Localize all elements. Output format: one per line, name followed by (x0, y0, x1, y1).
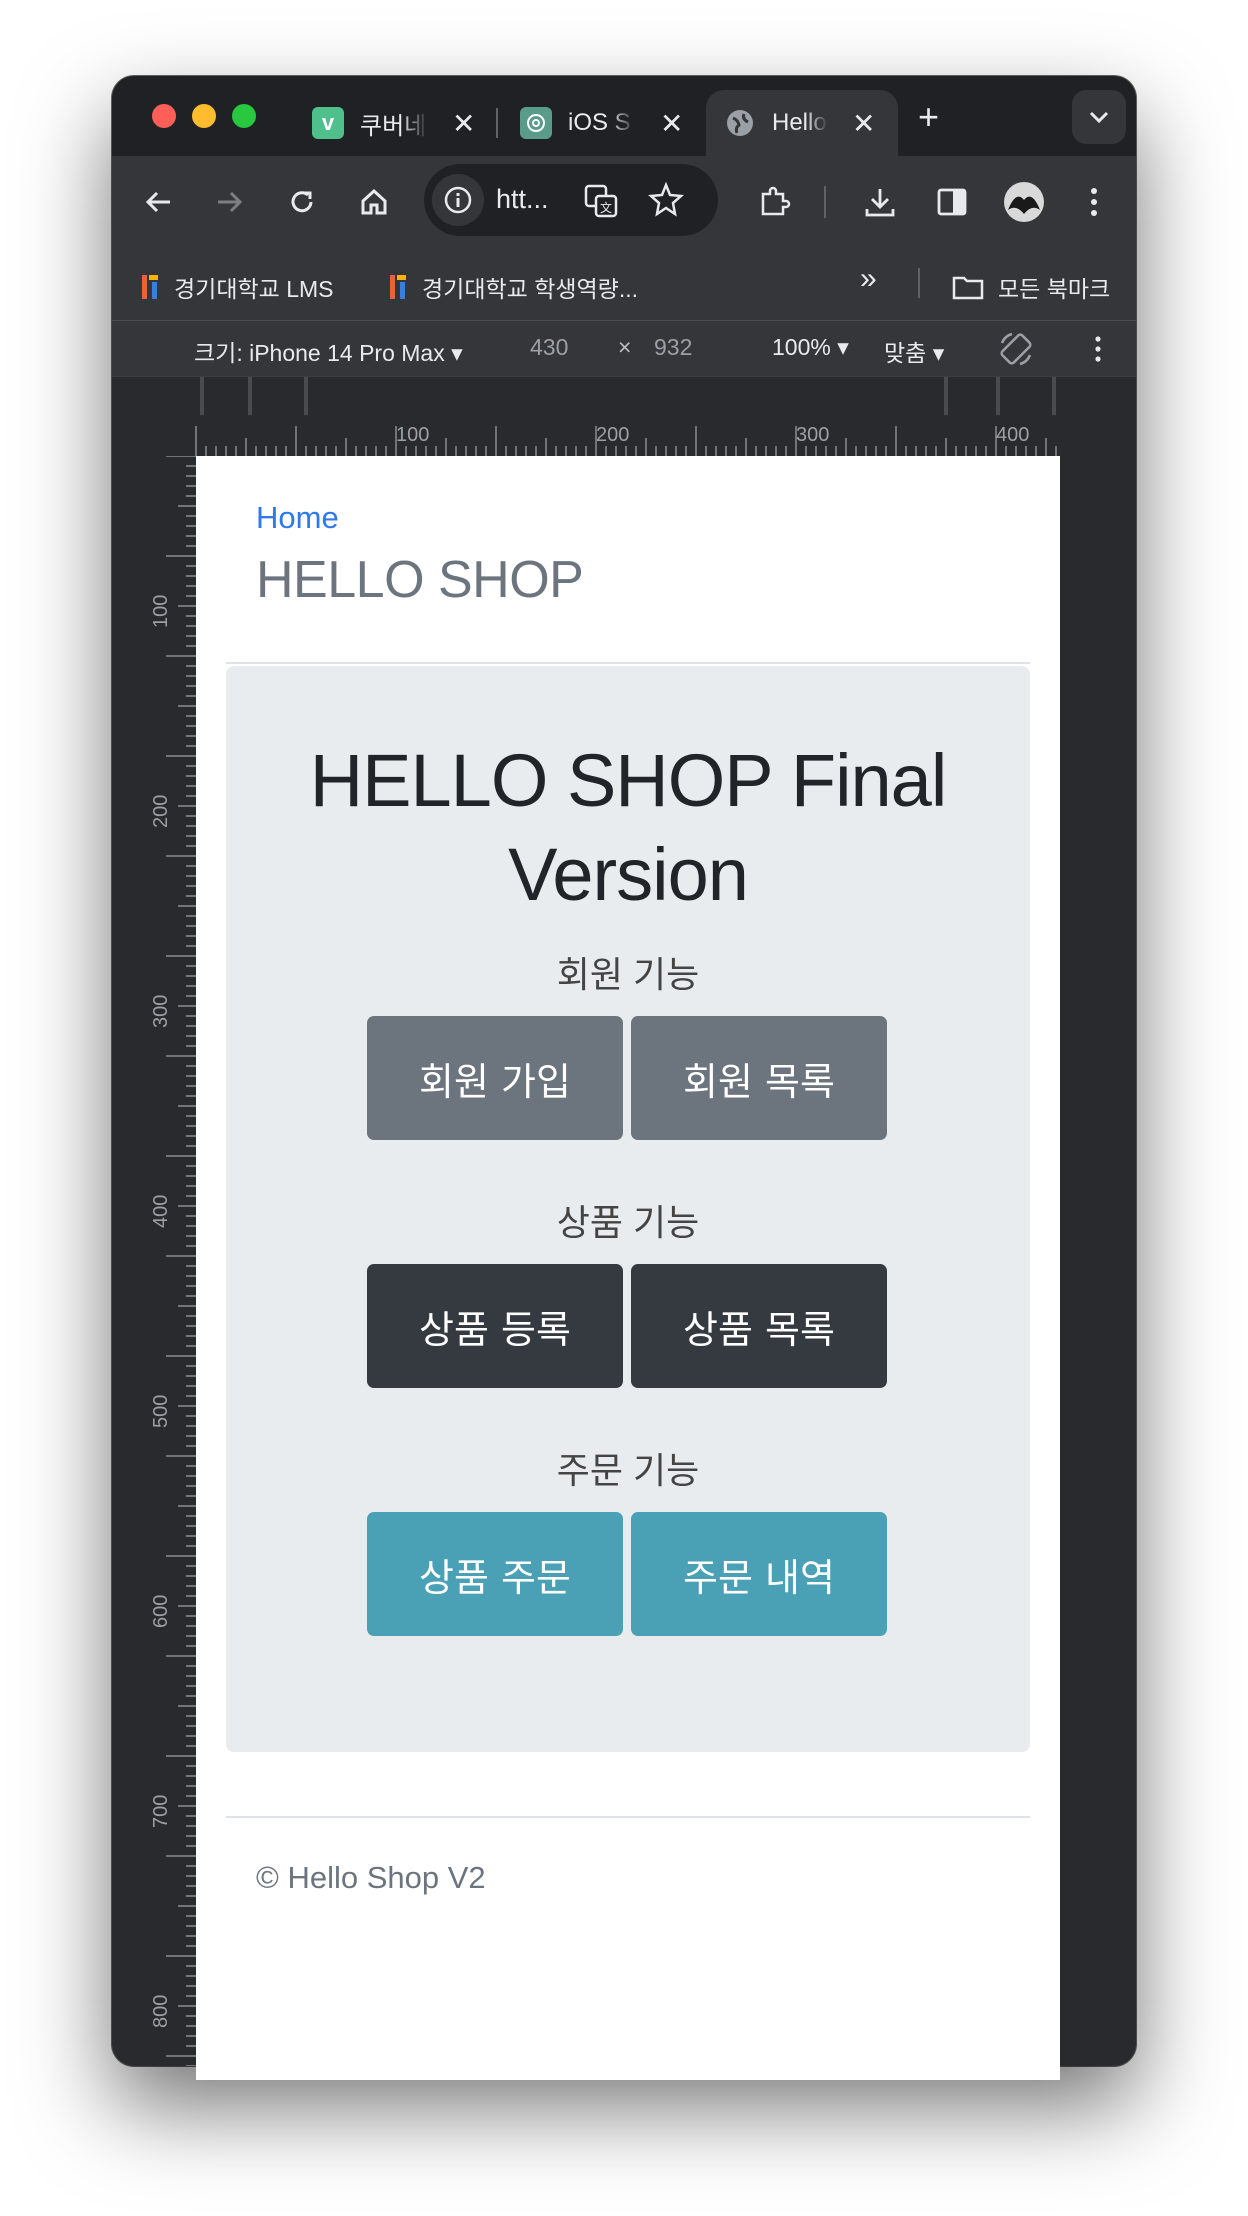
all-bookmarks-button[interactable]: 모든 북마크 (952, 270, 1110, 304)
site-info-icon[interactable] (432, 174, 484, 226)
bookmark-label: 경기대학교 LMS (174, 276, 334, 302)
tab-search-button[interactable] (1072, 90, 1126, 144)
item-register-button[interactable]: 상품 등록 (367, 1264, 623, 1388)
address-bar[interactable]: htt... 文 (424, 164, 718, 236)
jumbotron: HELLO SHOP Final Version 회원 기능 회원 가입 회원 … (226, 666, 1030, 1752)
arrow-right-icon (218, 191, 243, 213)
page-title: HELLO SHOP Final Version (226, 734, 1030, 922)
extensions-button[interactable] (750, 178, 798, 226)
bookmark-competency[interactable]: 경기대학교 학생역량... (388, 270, 638, 304)
reload-button[interactable] (278, 178, 326, 226)
dimension-times: × (618, 334, 632, 360)
brand-title: HELLO SHOP (256, 551, 584, 609)
member-join-button[interactable]: 회원 가입 (367, 1016, 623, 1140)
page-title-line2: Version (508, 833, 749, 916)
home-link[interactable]: Home (256, 500, 339, 536)
order-item-button[interactable]: 상품 주문 (367, 1512, 623, 1636)
horizontal-ruler: 100 200 300 400 (112, 416, 1136, 456)
bookmarks-bar: 경기대학교 LMS 경기대학교 학생역량... » 모든 북마크 (112, 248, 1136, 320)
page-title-line1: HELLO SHOP Final (309, 739, 948, 822)
ruler-label: 300 (796, 424, 830, 446)
item-section-label: 상품 기능 (556, 1202, 700, 1243)
ruler-label: 800 (150, 1994, 172, 2028)
header-divider (226, 662, 1030, 664)
ruler-label: 400 (996, 424, 1030, 446)
device-height-input[interactable]: 932 (654, 334, 692, 361)
member-list-button[interactable]: 회원 목록 (631, 1016, 887, 1140)
menu-kebab-icon[interactable] (1070, 178, 1118, 226)
ruler-label: 600 (150, 1594, 172, 1628)
translate-icon[interactable]: 文 (584, 184, 618, 223)
bookmarks-separator (918, 268, 920, 298)
tab-hello-active[interactable]: Hello ✕ (706, 90, 898, 156)
reload-icon (291, 191, 313, 213)
svg-text:文: 文 (600, 200, 612, 215)
ruler-label: 200 (596, 424, 630, 446)
member-section-label: 회원 기능 (556, 954, 700, 995)
kyonggi-logo-icon (142, 275, 158, 299)
toolbar-separator (824, 186, 826, 218)
puzzle-icon (761, 186, 791, 216)
url-text[interactable]: htt... (496, 184, 549, 215)
device-select[interactable]: 크기: iPhone 14 Pro Max ▾ (194, 334, 463, 368)
ruler-label: 200 (150, 794, 172, 828)
ruler-label: 700 (150, 1794, 172, 1828)
side-panel-button[interactable] (928, 178, 976, 226)
chevron-down-icon (1089, 111, 1109, 124)
bookmarks-overflow-button[interactable]: » (860, 262, 877, 296)
home-button[interactable] (350, 178, 398, 226)
side-panel-icon (937, 188, 967, 216)
folder-icon (952, 276, 984, 300)
bookmark-label: 경기대학교 학생역량... (422, 276, 639, 302)
back-button[interactable] (134, 178, 182, 226)
close-tab-icon[interactable]: ✕ (852, 107, 875, 140)
close-window-button[interactable] (152, 104, 176, 128)
minimize-window-button[interactable] (192, 104, 216, 128)
device-width-input[interactable]: 430 (530, 334, 568, 361)
item-list-button[interactable]: 상품 목록 (631, 1264, 887, 1388)
new-tab-button[interactable]: + (918, 96, 939, 138)
order-section-label: 주문 기능 (556, 1450, 700, 1491)
maximize-window-button[interactable] (232, 104, 256, 128)
device-toolbar: 크기: iPhone 14 Pro Max ▾ 430 × 932 100% ▾… (112, 320, 1136, 376)
media-query-bar (112, 376, 1136, 416)
tab-separator (496, 108, 498, 138)
downloads-button[interactable] (856, 178, 904, 226)
rotate-icon[interactable] (996, 329, 1036, 375)
ruler-label: 500 (150, 1394, 172, 1428)
forward-button[interactable] (206, 178, 254, 226)
chatgpt-favicon-icon (520, 107, 552, 139)
arrow-left-icon (145, 191, 170, 213)
tab-title: 쿠버네 (360, 112, 427, 140)
zoom-select[interactable]: 100% ▾ (772, 334, 849, 361)
profile-avatar[interactable] (1000, 178, 1048, 226)
fit-select[interactable]: 맞춤 ▾ (884, 334, 944, 368)
bookmark-star-icon[interactable] (647, 181, 685, 223)
order-history-button[interactable]: 주문 내역 (631, 1512, 887, 1636)
ruler-label: 300 (150, 994, 172, 1028)
close-tab-icon[interactable]: ✕ (660, 107, 683, 140)
ruler-label: 100 (150, 594, 172, 628)
tab-title: Hello (772, 109, 827, 136)
close-tab-icon[interactable]: ✕ (452, 107, 475, 140)
emulated-page: Home HELLO SHOP HELLO SHOP Final Version… (196, 456, 1060, 2080)
bookmark-lms[interactable]: 경기대학교 LMS (140, 270, 333, 304)
home-icon (361, 188, 387, 215)
device-menu-kebab-icon[interactable] (1094, 335, 1102, 369)
tab-title: iOS S (568, 109, 631, 136)
tab-kubernetes[interactable]: v 쿠버네 ✕ (312, 90, 475, 156)
all-bookmarks-label: 모든 북마크 (998, 276, 1111, 302)
globe-favicon-icon (724, 107, 756, 139)
vue-favicon-icon: v (312, 107, 344, 139)
tab-strip: v 쿠버네 ✕ iOS S ✕ Hello ✕ + (112, 76, 1136, 156)
ruler-label: 400 (150, 1194, 172, 1228)
download-icon (865, 189, 895, 217)
footer-text: © Hello Shop V2 (256, 1860, 486, 1895)
tab-ios[interactable]: iOS S ✕ (520, 90, 683, 156)
kyonggi-logo-icon (390, 275, 406, 299)
ruler-label: 100 (396, 424, 430, 446)
footer-divider (226, 1816, 1030, 1818)
